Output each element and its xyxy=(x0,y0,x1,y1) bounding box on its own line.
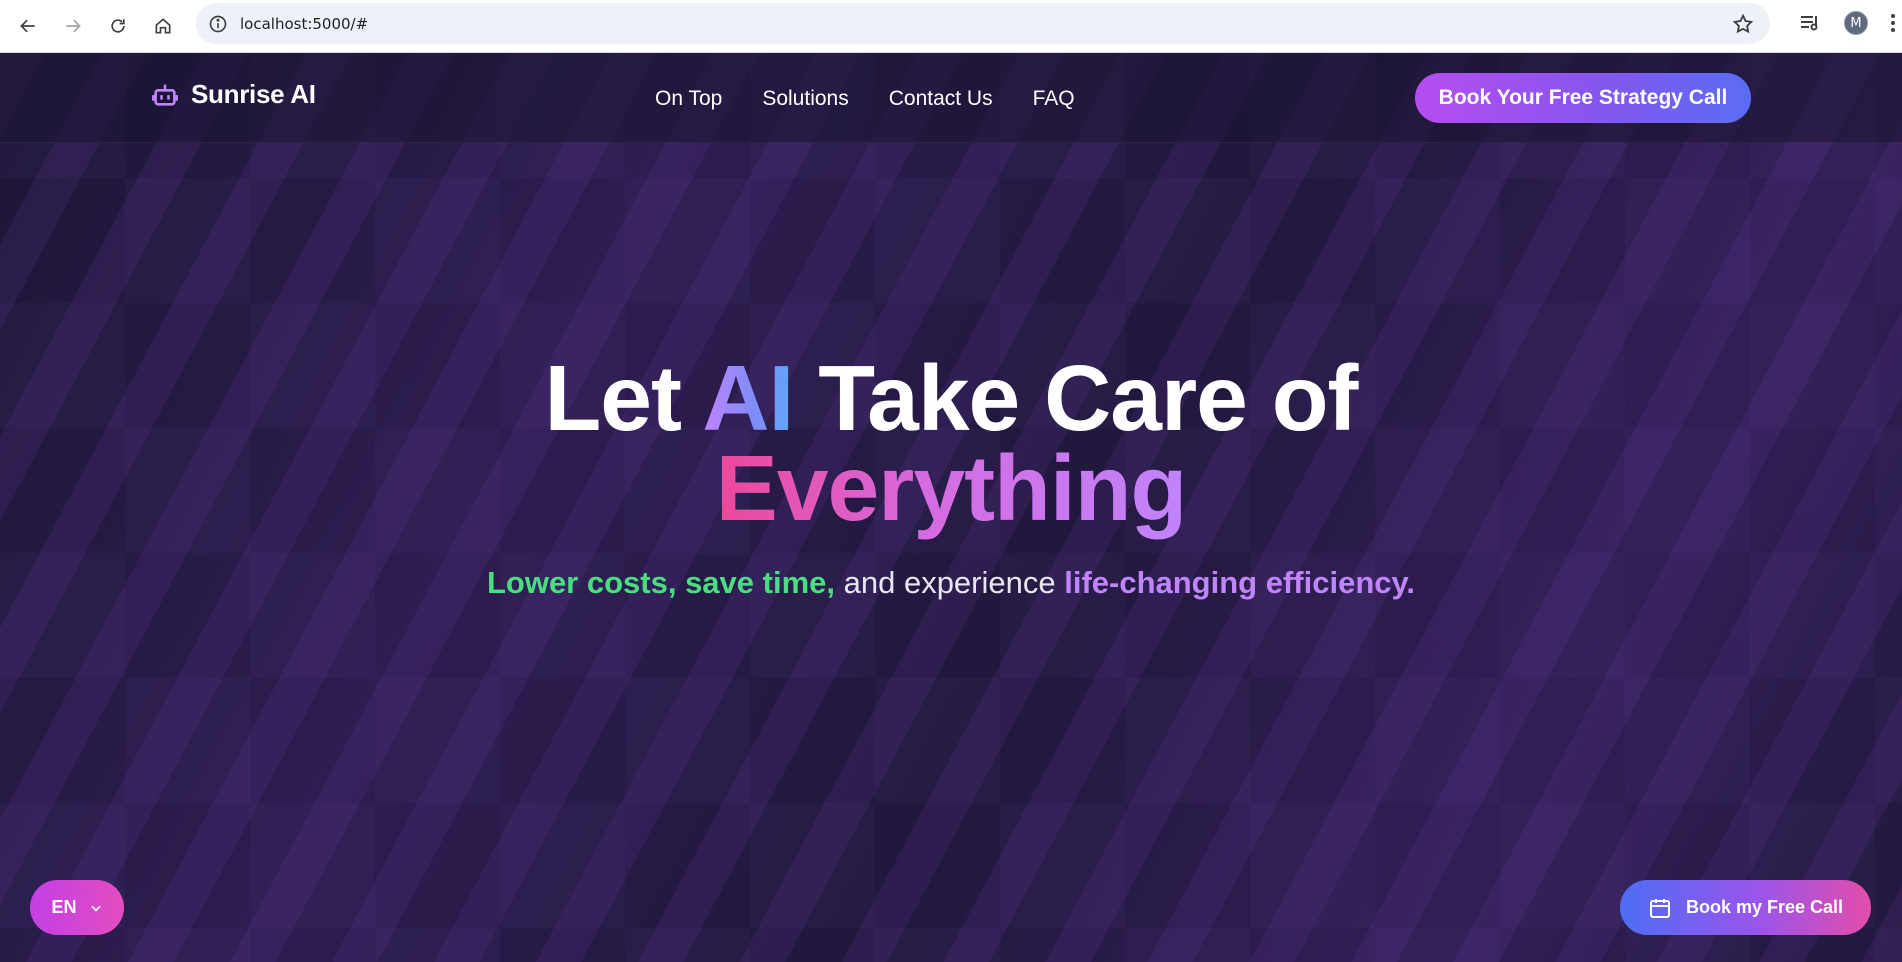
hero-title: Let AI Take Care of Everything xyxy=(0,352,1902,535)
hero-title-line-2: Everything xyxy=(0,442,1902,535)
hero-title-ai: AI xyxy=(702,346,794,450)
chevron-down-icon xyxy=(90,905,101,912)
hero-title-line-1: Let AI Take Care of xyxy=(0,352,1902,445)
reload-button[interactable] xyxy=(96,4,140,48)
hero-title-part1: Let xyxy=(544,346,703,450)
forward-icon xyxy=(66,19,81,33)
book-free-call-button[interactable]: Book my Free Call xyxy=(1620,880,1871,935)
back-button[interactable] xyxy=(6,4,50,48)
language-label: EN xyxy=(51,897,77,917)
book-free-call-label: Book my Free Call xyxy=(1685,897,1844,917)
home-icon xyxy=(155,18,171,34)
address-bar[interactable]: localhost:5000/# xyxy=(196,3,1770,44)
robot-icon xyxy=(152,83,178,106)
url-text[interactable]: localhost:5000/# xyxy=(240,15,368,33)
hero-subtitle: Lower costs, save time, and experience l… xyxy=(0,563,1902,603)
back-icon xyxy=(20,19,35,33)
nav-link-on-top[interactable]: On Top xyxy=(655,87,722,111)
brand-name: Sunrise AI xyxy=(191,79,316,109)
reload-icon xyxy=(111,19,125,33)
star-icon[interactable] xyxy=(1732,13,1754,35)
media-control-icon[interactable] xyxy=(1798,11,1822,35)
nav-link-solutions[interactable]: Solutions xyxy=(762,87,848,111)
hero-title-part2: Take Care of xyxy=(793,346,1358,450)
hero-sub-green: Lower costs, save time, xyxy=(486,565,835,600)
calendar-icon xyxy=(1649,898,1670,918)
profile-avatar[interactable]: M xyxy=(1844,11,1868,35)
site-header: Sunrise AI On Top Solutions Contact Us F… xyxy=(0,53,1902,143)
nav-link-faq[interactable]: FAQ xyxy=(1033,87,1075,111)
hero-sub-plain: and experience xyxy=(835,565,1065,600)
main-nav: On Top Solutions Contact Us FAQ xyxy=(655,87,1075,111)
book-strategy-call-button[interactable]: Book Your Free Strategy Call xyxy=(1415,73,1751,123)
browser-nav-buttons xyxy=(6,4,185,48)
kebab-menu-icon[interactable] xyxy=(1890,13,1896,33)
forward-button[interactable] xyxy=(51,4,95,48)
browser-right-controls: M xyxy=(1798,0,1902,46)
nav-link-contact-us[interactable]: Contact Us xyxy=(889,87,993,111)
hero-section: Let AI Take Care of Everything Lower cos… xyxy=(0,352,1902,603)
brand-logo[interactable]: Sunrise AI xyxy=(151,79,316,110)
browser-toolbar: localhost:5000/# M xyxy=(0,0,1902,53)
home-button[interactable] xyxy=(141,4,185,48)
hero-title-everything: Everything xyxy=(715,436,1188,540)
language-switcher[interactable]: EN xyxy=(30,880,124,935)
hero-sub-purple: life-changing efficiency. xyxy=(1064,565,1416,600)
info-icon[interactable] xyxy=(208,14,228,34)
page-viewport: Sunrise AI On Top Solutions Contact Us F… xyxy=(0,53,1902,962)
